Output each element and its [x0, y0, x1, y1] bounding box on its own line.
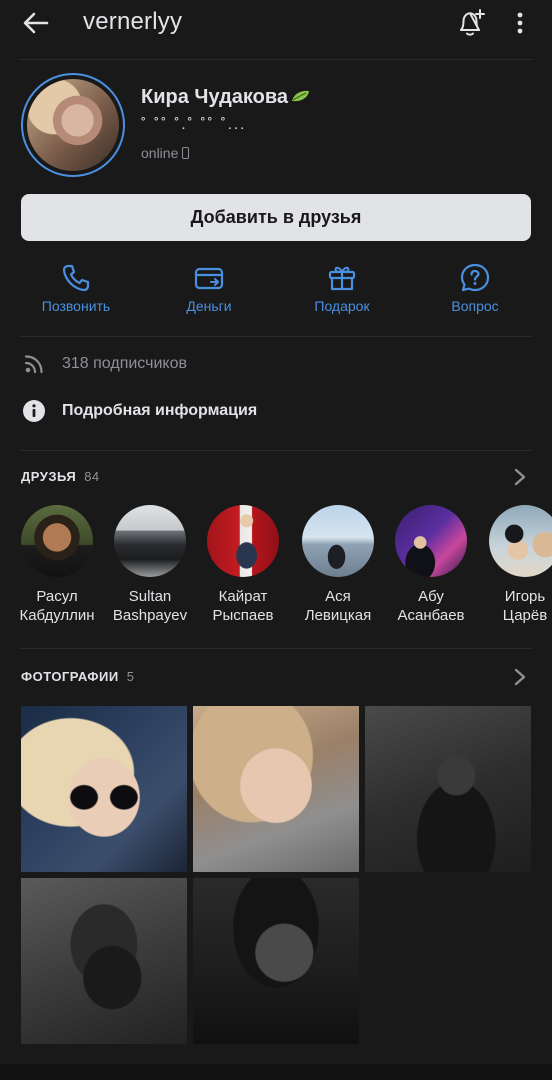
photo-thumbnail[interactable]	[21, 878, 187, 1044]
money-button[interactable]: Деньги	[154, 262, 264, 318]
friend-card[interactable]: Игорь Царёв	[480, 505, 552, 625]
question-label: Вопрос	[451, 298, 499, 314]
details-link: Подробная информация	[62, 402, 258, 419]
photos-count: 5	[126, 669, 135, 684]
more-vertical-icon	[517, 12, 523, 34]
profile-status: ˚ ˚˚ ˚.˚ ˚˚ ˚...	[141, 116, 247, 133]
gift-label: Подарок	[314, 298, 370, 314]
subscribers-row[interactable]: 318 подписчиков	[21, 350, 187, 378]
gift-button[interactable]: Подарок	[287, 262, 397, 318]
notifications-button[interactable]	[454, 6, 488, 40]
friend-last-name: Кабдуллин	[19, 607, 95, 624]
question-button[interactable]: Вопрос	[420, 262, 530, 318]
friend-last-name: Левицкая	[304, 607, 372, 624]
online-label: online	[141, 145, 179, 161]
friend-last-name: Рыспаев	[212, 607, 274, 624]
divider	[20, 59, 532, 60]
photo-thumbnail[interactable]	[21, 706, 187, 872]
more-options-button[interactable]	[508, 8, 532, 38]
friend-first-name: Кайрат	[218, 588, 268, 605]
online-status: online	[141, 145, 190, 161]
arrow-left-icon	[23, 12, 49, 34]
divider	[20, 648, 532, 649]
avatar-photo	[27, 79, 119, 171]
details-row[interactable]: Подробная информация	[21, 397, 257, 425]
friend-last-name: Асанбаев	[397, 607, 465, 624]
friend-card[interactable]: Sultan Bashpayev	[105, 505, 195, 625]
question-icon	[460, 263, 490, 292]
friend-last-name: Царёв	[502, 607, 548, 624]
friends-title: ДРУЗЬЯ	[21, 469, 77, 484]
friend-card[interactable]: Ася Левицкая	[293, 505, 383, 625]
friend-first-name: Sultan	[128, 588, 172, 605]
add-friend-button[interactable]: Добавить в друзья	[21, 194, 531, 241]
gift-icon	[328, 266, 356, 291]
chevron-right-icon[interactable]	[512, 468, 528, 486]
friend-avatar	[489, 505, 552, 577]
bottom-edge	[0, 1064, 552, 1080]
page-title: vernerlyy	[83, 8, 183, 35]
photo-thumbnail[interactable]	[365, 706, 531, 872]
subscribers-count: 318 подписчиков	[62, 355, 187, 372]
profile-name-block: Кира Чудакова	[141, 86, 310, 109]
top-bar: vernerlyy	[0, 0, 552, 46]
money-label: Деньги	[186, 298, 232, 314]
friend-card[interactable]: Расул Кабдуллин	[12, 505, 102, 625]
call-label: Позвонить	[41, 298, 111, 314]
call-button[interactable]: Позвонить	[21, 262, 131, 318]
friend-first-name: Ася	[325, 588, 351, 605]
bell-plus-icon	[460, 9, 485, 36]
friend-avatar	[302, 505, 374, 577]
chevron-right-icon[interactable]	[512, 668, 528, 686]
divider	[20, 336, 532, 337]
friend-first-name: Игорь	[504, 588, 546, 605]
leaf-emoji-icon	[292, 90, 310, 102]
friend-last-name: Bashpayev	[112, 607, 188, 624]
rss-feed-icon	[24, 355, 43, 374]
mobile-icon	[182, 147, 190, 159]
info-icon	[23, 400, 45, 422]
friend-avatar	[207, 505, 279, 577]
friend-avatar	[21, 505, 93, 577]
friend-first-name: Расул	[36, 588, 78, 605]
friend-card[interactable]: Абу Асанбаев	[386, 505, 476, 625]
phone-icon	[62, 264, 90, 292]
photos-title: ФОТОГРАФИИ	[21, 669, 119, 684]
money-card-icon	[194, 267, 224, 290]
friend-avatar	[395, 505, 467, 577]
back-button[interactable]	[20, 8, 52, 38]
profile-name: Кира Чудакова	[141, 86, 289, 108]
photo-thumbnail[interactable]	[193, 878, 359, 1044]
divider	[20, 450, 532, 451]
friend-first-name: Абу	[418, 588, 444, 605]
friends-header[interactable]: ДРУЗЬЯ 84	[21, 469, 100, 484]
photos-header[interactable]: ФОТОГРАФИИ 5	[21, 669, 134, 684]
friend-card[interactable]: Кайрат Рыспаев	[198, 505, 288, 625]
friend-avatar	[114, 505, 186, 577]
friends-count: 84	[84, 469, 100, 484]
profile-avatar[interactable]	[21, 73, 125, 177]
photo-thumbnail[interactable]	[193, 706, 359, 872]
